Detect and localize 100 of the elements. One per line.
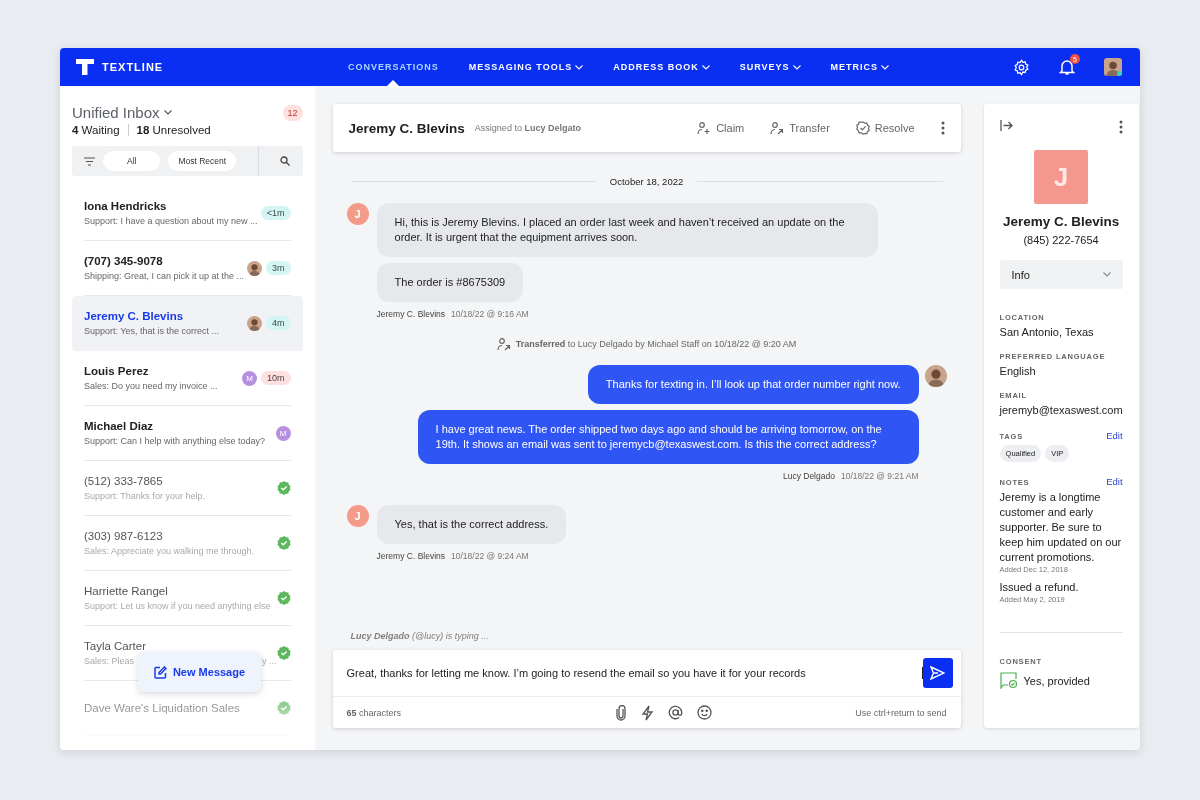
send-hint: Use ctrl+return to send	[855, 707, 947, 718]
agent-avatar	[247, 260, 263, 276]
person-add-icon	[697, 121, 712, 135]
user-avatar[interactable]	[1104, 58, 1122, 76]
more-icon[interactable]	[940, 121, 945, 135]
settings-icon[interactable]	[1013, 58, 1030, 76]
filter-pill[interactable]: Most Recent	[168, 151, 237, 171]
message-preview: Support: Let us know if you need anything else	[84, 601, 271, 611]
message-preview: Sales: Pleas	[84, 656, 135, 666]
message-preview: Support: I have a question about my new ...	[84, 216, 258, 226]
message-time: 10/18/22 @ 9:16 AM	[451, 309, 529, 319]
check-badge-icon	[855, 121, 870, 135]
message-bubble: Thanks for texting in. I’ll look up that order number right now.	[587, 365, 919, 404]
bell-icon[interactable]	[1058, 58, 1076, 76]
contact-name[interactable]: Louis Perez	[84, 365, 218, 377]
more-icon[interactable]	[1118, 120, 1123, 134]
edit-link[interactable]: Edit	[1106, 476, 1123, 487]
resolved-check-icon	[276, 536, 291, 550]
contact-name[interactable]: Jeremy C. Blevins	[84, 310, 220, 322]
agent-avatar: M	[275, 425, 291, 441]
inbox-title[interactable]: Unified Inbox	[72, 104, 160, 121]
date-divider: October 18, 2022	[609, 176, 684, 187]
contact-name[interactable]: Harriette Rangel	[84, 585, 271, 597]
search-icon[interactable]	[279, 156, 290, 166]
sender-name: Lucy Delgado	[782, 471, 835, 481]
caret-icon	[575, 64, 584, 70]
collapse-icon[interactable]	[999, 120, 1013, 131]
wait-time: 10m	[261, 371, 291, 385]
resolved-check-icon	[276, 591, 291, 605]
agent-avatar	[924, 365, 947, 387]
contact-name[interactable]: (707) 345-9078	[84, 255, 245, 267]
contact-avatar: J	[346, 505, 369, 527]
assignee-label: Assigned to Lucy Delgato	[474, 123, 581, 133]
field-value: English	[999, 365, 1037, 377]
field-value: jeremyb@texaswest.com	[999, 404, 1123, 416]
contact-name[interactable]: Tayla Carter	[84, 640, 277, 652]
wait-time: 3m	[266, 261, 291, 275]
agent-avatar	[247, 315, 263, 331]
emoji-icon[interactable]	[696, 704, 712, 720]
contact-name: Jeremy C. Blevins	[1001, 214, 1121, 229]
person-arrow-icon	[496, 337, 511, 351]
contact-avatar: J	[1034, 150, 1089, 204]
contact-name[interactable]: Iona Hendricks	[84, 200, 258, 212]
wait-time: <1m	[260, 206, 291, 220]
message-preview: Support: Yes, that is the correct ...	[84, 326, 220, 336]
compose-icon	[153, 665, 167, 679]
character-count: 65 characters	[346, 707, 402, 718]
new-message-button[interactable]: New Message	[138, 652, 261, 692]
contact-phone: (845) 222-7654	[1022, 234, 1100, 246]
message-bubble: The order is #8675309	[376, 263, 524, 302]
resolved-check-icon	[276, 646, 291, 660]
resolved-check-icon	[276, 701, 291, 715]
caret-icon	[701, 64, 710, 70]
lightning-icon[interactable]	[640, 704, 654, 721]
message-preview: Sales: Do you need my invoice ...	[84, 381, 218, 391]
filter-icon[interactable]	[84, 156, 95, 166]
filter-pill[interactable]: All	[103, 151, 161, 171]
selected-conversation-row[interactable]: Jeremy C. Blevins Support: Yes, that is the correct ... 4m	[72, 296, 303, 351]
send-icon	[930, 666, 946, 680]
sender-name: Jeremy C. Blevins	[376, 309, 446, 319]
view-select[interactable]: Info	[999, 260, 1123, 289]
message-input[interactable]: Great, thanks for letting me know. I’m going to resend the email so you have it for your records	[346, 667, 923, 679]
wait-time: 4m	[266, 316, 291, 330]
nav-tab[interactable]: CONVERSATIONS	[348, 48, 439, 86]
resolve-button[interactable]: Resolve	[855, 121, 915, 135]
contact-name[interactable]: (303) 987-6123	[84, 530, 255, 542]
logo-icon	[76, 58, 94, 76]
waiting-count: 4 Waiting	[72, 124, 120, 136]
sender-name: Jeremy C. Blevins	[376, 551, 446, 561]
message-time: 10/18/22 @ 9:24 AM	[451, 551, 529, 561]
edit-link[interactable]: Edit	[1106, 430, 1123, 441]
nav-tab[interactable]: MESSAGING TOOLS	[468, 48, 584, 86]
send-button[interactable]	[922, 658, 953, 688]
caret-icon	[1102, 272, 1111, 277]
message-preview: Sales: Appreciate you walking me through.	[84, 546, 255, 556]
logo-text: TEXTLINE	[102, 61, 164, 73]
unread-count: 12	[282, 104, 303, 121]
message-preview: Shipping: Great, I can pick it up at the ...	[84, 271, 245, 281]
nav-tab[interactable]: ADDRESS BOOK	[613, 48, 710, 86]
caret-icon	[881, 64, 890, 70]
contact-name[interactable]: Michael Diaz	[84, 420, 266, 432]
typing-indicator: Lucy Delgado (@lucy) is typing ...	[350, 631, 490, 641]
message-bubble: Hi, this is Jeremy Blevins. I placed an order last week and haven’t received an update on the order. It is urgent that the equipment arrives soon.	[376, 203, 878, 257]
note-text: Jeremy is a longtime customer and early supporter. Be sure to keep him updated on our current promotions.	[999, 490, 1123, 565]
nav-tab[interactable]: SURVEYS	[739, 48, 801, 86]
nav-tab[interactable]: METRICS	[830, 48, 890, 86]
mention-icon[interactable]	[667, 704, 683, 720]
message-time: 10/18/22 @ 9:21 AM	[840, 471, 919, 481]
message-bubble: Yes, that is the correct address.	[376, 505, 567, 544]
attachment-icon[interactable]	[614, 704, 627, 721]
message-preview: Support: Thanks for your help.	[84, 491, 205, 501]
transfer-button[interactable]: Transfer	[770, 121, 830, 135]
message-bubble: I have great news. The order shipped two days ago and should be arriving tomorrow, on the 19th. It shows an email was sent to jeremycb@texaswest.com. Is this the correct address?	[417, 410, 919, 464]
consent-value: Yes, provided	[1023, 674, 1090, 687]
resolved-check-icon	[276, 481, 291, 495]
contact-name[interactable]: (512) 333-7865	[84, 475, 205, 487]
consent-icon	[999, 672, 1018, 689]
contact-name: Jeremy C. Blevins	[348, 120, 465, 136]
claim-button[interactable]: Claim	[697, 121, 745, 135]
field-value: San Antonio, Texas	[999, 326, 1095, 338]
